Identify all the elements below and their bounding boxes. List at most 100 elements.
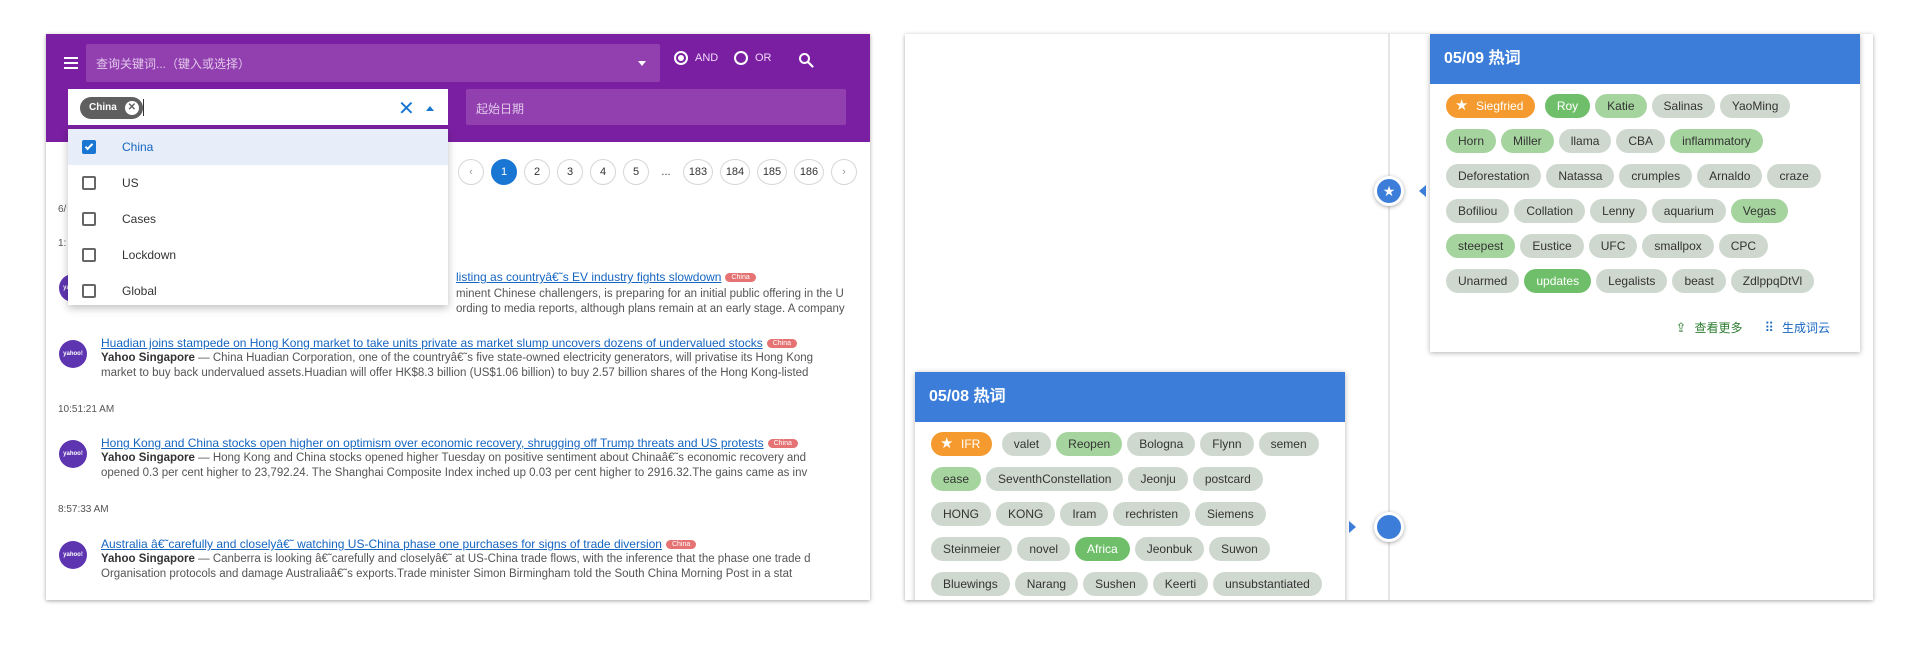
hotword-chip[interactable]: Suwon [1209,537,1270,561]
hotword-chip[interactable]: craze [1767,164,1821,188]
hotword-chip[interactable]: CBA [1616,129,1666,153]
hotword-chip[interactable]: Natassa [1546,164,1615,188]
news-tag: China [767,439,798,449]
starred-hotword-chip[interactable]: ★ IFR [931,432,993,456]
hotword-chip[interactable]: ZdlppqDtVl [1730,269,1815,293]
page-button[interactable]: 186 [794,159,824,185]
hotword-chip[interactable]: smallpox [1642,234,1714,258]
hotword-chip[interactable]: beast [1672,269,1726,293]
hotword-chip[interactable]: Bluewings [931,572,1010,596]
hotword-chip[interactable]: Jeonbuk [1134,537,1205,561]
prev-page-icon[interactable]: ‹ [458,159,484,185]
hotword-chip[interactable]: Steinmeier [931,537,1013,561]
hotword-chip[interactable]: Bologna [1127,432,1196,456]
news-title-link[interactable]: Hong Kong and China stocks open higher o… [101,436,798,450]
news-excerpt-line: Yahoo Singapore — China Huadian Corporat… [101,352,813,364]
news-title-link[interactable]: Huadian joins stampede on Hong Kong mark… [101,336,797,350]
checkbox-icon[interactable] [82,212,96,226]
hotword-chip[interactable]: ease [931,467,982,491]
hotword-chip[interactable]: KONG [996,502,1056,526]
page-button[interactable]: 184 [720,159,750,185]
hotword-chip[interactable]: steepest [1446,234,1516,258]
page-button[interactable]: 1 [491,159,517,185]
hotword-chip[interactable]: Eustice [1520,234,1584,258]
hotword-chip[interactable]: Africa [1075,537,1130,561]
starred-hotword-chip[interactable]: ★ Siegfried [1446,94,1536,118]
timeline-star-node-icon[interactable]: ★ [1374,176,1404,206]
news-title-link[interactable]: listing as countryâ€˜s EV industry fight… [456,270,756,284]
hotword-chip[interactable]: Flynn [1200,432,1254,456]
search-toolbar: 查询关键词...（键入或选择） AND OR China ✕ ✕ 起始日期 [46,34,870,142]
hotword-chip[interactable]: updates [1524,269,1592,293]
hotword-chip[interactable]: Roy [1544,94,1591,118]
news-title-link[interactable]: Australia â€˜carefully and closelyâ€˜ wa… [101,537,697,551]
hotword-chip[interactable]: UFC [1588,234,1638,258]
hotword-chip[interactable]: Katie [1595,94,1647,118]
dropdown-option-cases[interactable]: Cases [68,201,448,237]
next-page-icon[interactable]: › [831,159,857,185]
page-button[interactable]: 5 [623,159,649,185]
checkbox-icon[interactable] [82,248,96,262]
clear-icon[interactable]: ✕ [398,96,415,121]
page-button[interactable]: 3 [557,159,583,185]
hotword-chip[interactable]: SeventhConstellation [986,467,1124,491]
hotword-chip[interactable]: aquarium [1651,199,1726,223]
hotword-chip[interactable]: semen [1258,432,1319,456]
hotword-chip[interactable]: Arnaldo [1697,164,1763,188]
hotword-chip[interactable]: Bofiliou [1446,199,1510,223]
hotword-chip[interactable]: Sushen [1083,572,1148,596]
hotword-chip[interactable]: Collation [1514,199,1586,223]
page-button[interactable]: 183 [683,159,713,185]
hotword-chip[interactable]: crumples [1619,164,1693,188]
or-radio[interactable]: OR [734,51,772,65]
page-button[interactable]: 4 [590,159,616,185]
hotword-chip[interactable]: Reopen [1056,432,1123,456]
chevron-down-icon[interactable] [638,61,646,66]
hotword-chip[interactable]: Vegas [1730,199,1789,223]
start-date-input[interactable]: 起始日期 [466,89,846,125]
hotword-chip[interactable]: llama [1558,129,1612,153]
chip-remove-icon[interactable]: ✕ [124,101,139,115]
news-timestamp: 1: [58,238,67,249]
hotword-chip[interactable]: Deforestation [1446,164,1542,188]
hotword-chip[interactable]: Horn [1446,129,1497,153]
menu-icon[interactable] [60,54,82,74]
hotword-chip[interactable]: HONG [931,502,991,526]
dropdown-option-china[interactable]: China [68,129,448,165]
checkbox-checked-icon[interactable] [82,140,96,154]
page-button[interactable]: 185 [757,159,787,185]
and-radio[interactable]: AND [674,51,718,65]
page-button[interactable]: 2 [524,159,550,185]
hotword-chip[interactable]: Iram [1060,502,1109,526]
view-more-button[interactable]: ⇪ 查看更多 [1676,319,1743,336]
news-tag: China [725,273,756,283]
dropdown-option-lockdown[interactable]: Lockdown [68,237,448,273]
hotword-chip[interactable]: Keerti [1152,572,1209,596]
checkbox-icon[interactable] [82,284,96,298]
hotword-chip[interactable]: Narang [1014,572,1079,596]
timeline-node-icon[interactable] [1374,512,1404,542]
keyword-search-input[interactable]: 查询关键词...（键入或选择） [86,44,660,82]
hotword-chip[interactable]: inflammatory [1670,129,1763,153]
hotword-chip[interactable]: Legalists [1596,269,1668,293]
generate-wordcloud-button[interactable]: ⠿ 生成词云 [1764,319,1830,336]
hotword-chip[interactable]: Jeonju [1128,467,1188,491]
hotword-chip[interactable]: CPC [1718,234,1769,258]
hotword-chip[interactable]: postcard [1192,467,1263,491]
search-icon[interactable] [798,52,814,68]
country-select-input[interactable]: China ✕ ✕ [68,89,448,127]
hotword-chip[interactable]: novel [1017,537,1071,561]
dropdown-option-us[interactable]: US [68,165,448,201]
dropdown-option-global[interactable]: Global [68,273,448,309]
hotword-chip[interactable]: Salinas [1651,94,1715,118]
hotword-chip[interactable]: unsubstantiated [1213,572,1322,596]
hotword-chip[interactable]: Siemens [1195,502,1266,526]
hotword-chip[interactable]: rechristen [1113,502,1191,526]
hotword-chip[interactable]: Miller [1501,129,1554,153]
hotword-chip[interactable]: YaoMing [1719,94,1791,118]
hotword-chip[interactable]: Unarmed [1446,269,1520,293]
hotword-chip[interactable]: valet [1001,432,1052,456]
chevron-up-icon[interactable] [426,106,434,111]
hotword-chip[interactable]: Lenny [1590,199,1647,223]
checkbox-icon[interactable] [82,176,96,190]
